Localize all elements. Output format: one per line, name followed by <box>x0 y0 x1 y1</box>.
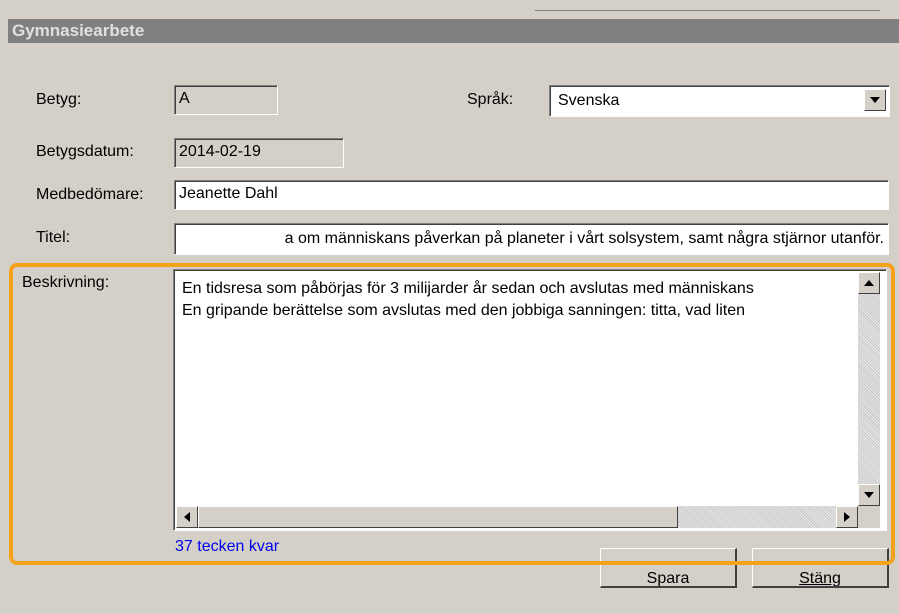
beskrivning-line: En gripande berättelse som avslutas med … <box>182 302 746 319</box>
medbedomare-label: Medbedömare: <box>36 186 144 203</box>
betyg-label: Betyg: <box>36 91 82 108</box>
window-title: Gymnasiearbete <box>8 19 899 43</box>
betygsdatum-label: Betygsdatum: <box>36 143 134 160</box>
close-button[interactable]: Stäng <box>752 548 889 588</box>
medbedomare-input[interactable]: Jeanette Dahl <box>174 180 889 210</box>
top-strip <box>0 0 899 14</box>
save-button[interactable]: Spara <box>600 548 737 588</box>
sprak-select-value: Svenska <box>558 92 620 109</box>
betygsdatum-field: 2014-02-19 <box>174 138 344 168</box>
sprak-dropdown-button[interactable] <box>864 89 886 111</box>
scroll-up-button[interactable] <box>858 272 880 294</box>
sprak-select[interactable]: Svenska <box>549 85 890 117</box>
top-strip-ticks <box>535 0 880 11</box>
horizontal-scrollbar[interactable] <box>176 506 858 528</box>
titel-input[interactable]: a om människans påverkan på planeter i v… <box>174 223 889 255</box>
close-button-label: Stäng <box>799 570 841 587</box>
arrow-left-icon <box>184 512 190 522</box>
beskrivning-text: En tidsresa som påbörjas för 3 milijarde… <box>182 278 854 322</box>
beskrivning-textarea[interactable]: En tidsresa som påbörjas för 3 milijarde… <box>173 269 887 531</box>
betyg-field: A <box>174 85 278 115</box>
vertical-scrollbar[interactable] <box>858 272 880 506</box>
chars-left-counter: 37 tecken kvar <box>175 538 280 555</box>
horizontal-scroll-track[interactable] <box>678 506 836 528</box>
scrollbar-corner <box>858 506 880 528</box>
save-button-label: Spara <box>646 570 690 587</box>
scroll-down-button[interactable] <box>858 484 880 506</box>
arrow-up-icon <box>864 280 874 286</box>
titel-label: Titel: <box>36 229 71 246</box>
scroll-right-button[interactable] <box>836 506 858 528</box>
horizontal-scroll-thumb[interactable] <box>198 506 678 528</box>
chevron-down-icon <box>870 97 880 103</box>
scroll-left-button[interactable] <box>176 506 198 528</box>
sprak-label: Språk: <box>467 91 514 108</box>
arrow-down-icon <box>864 492 874 498</box>
beskrivning-label: Beskrivning: <box>22 274 110 291</box>
titel-input-value: a om människans påverkan på planeter i v… <box>284 230 884 247</box>
beskrivning-line: En tidsresa som påbörjas för 3 milijarde… <box>182 280 754 297</box>
arrow-right-icon <box>844 512 850 522</box>
